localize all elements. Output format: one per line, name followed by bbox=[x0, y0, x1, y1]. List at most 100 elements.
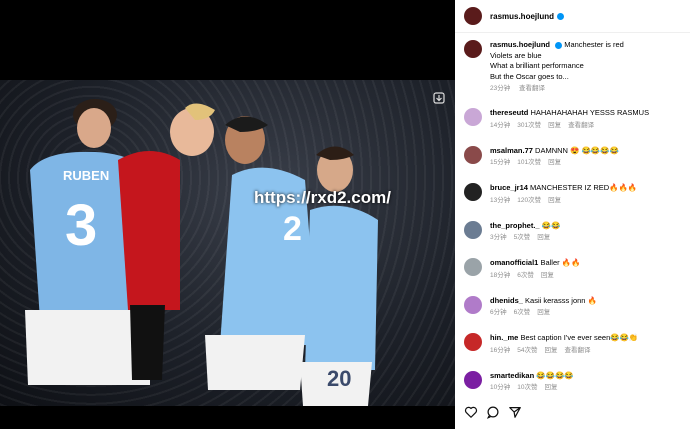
comment-time: 18分钟 bbox=[490, 271, 511, 279]
comment-icon[interactable] bbox=[486, 405, 500, 419]
avatar[interactable] bbox=[464, 220, 482, 239]
avatar[interactable] bbox=[464, 295, 482, 314]
verified-badge-icon bbox=[557, 12, 565, 20]
reply-button[interactable]: 回复 bbox=[548, 122, 561, 129]
post-header: rasmus.hoejlund bbox=[455, 0, 690, 33]
reply-button[interactable]: 回复 bbox=[537, 309, 550, 316]
avatar[interactable] bbox=[464, 370, 482, 389]
comment-username[interactable]: bruce_jr14 bbox=[490, 183, 528, 192]
avatar[interactable] bbox=[464, 258, 482, 276]
caption-line: But the Oscar goes to... bbox=[490, 71, 569, 81]
reply-button[interactable]: 回复 bbox=[541, 272, 554, 279]
caption-body: rasmus.hoejlund Manchester is red Violet… bbox=[490, 40, 624, 95]
comment-row: bruce_jr14 MANCHESTER IZ RED🔥🔥🔥 13分钟 120次赞… bbox=[464, 183, 684, 206]
avatar[interactable] bbox=[464, 7, 482, 25]
avatar[interactable] bbox=[464, 108, 482, 126]
see-translation-link[interactable]: 查看翻译 bbox=[564, 347, 590, 354]
caption-line: Manchester is red bbox=[564, 40, 624, 49]
comment-meta: 16分钟 54次赞 回复 查看翻译 bbox=[490, 346, 638, 357]
comment-meta: 18分钟 6次赞 回复 bbox=[490, 271, 580, 282]
reply-button[interactable]: 回复 bbox=[544, 384, 557, 391]
comment-time: 15分钟 bbox=[490, 159, 511, 166]
player-red-shirt bbox=[118, 103, 215, 380]
comment-time: 3分钟 bbox=[490, 234, 507, 241]
post-actions bbox=[464, 405, 522, 419]
comment-username[interactable]: dhenids_ bbox=[490, 296, 523, 305]
caption-meta: 23分钟 查看翻译 bbox=[490, 84, 624, 95]
comment-likes[interactable]: 6次赞 bbox=[517, 272, 534, 279]
comment-row: omanofficial1 Baller 🔥🔥 18分钟 6次赞 回复 bbox=[464, 258, 684, 281]
caption-line: Violets are blue bbox=[490, 50, 542, 60]
avatar[interactable] bbox=[464, 145, 482, 164]
caption-username[interactable]: rasmus.hoejlund bbox=[490, 40, 550, 49]
reply-button[interactable]: 回复 bbox=[537, 234, 550, 241]
comment-time: 6分钟 bbox=[490, 309, 507, 316]
see-translation-link[interactable]: 查看翻译 bbox=[568, 122, 594, 129]
comment-time: 13分钟 bbox=[490, 196, 511, 204]
comment-likes[interactable]: 101次赞 bbox=[517, 159, 541, 166]
see-translation-link[interactable]: 查看翻译 bbox=[519, 85, 545, 92]
comment-row: the_prophet._ 😂😂 3分钟 5次赞 回复 bbox=[464, 220, 684, 244]
comment-meta: 15分钟 101次赞 回复 bbox=[490, 158, 619, 169]
players-illustration: RUBEN 3 2 20 bbox=[25, 99, 378, 406]
comment-body: hin._me Best caption I've ever seen😂😂👏 16… bbox=[490, 333, 638, 356]
caption-row: rasmus.hoejlund Manchester is red Violet… bbox=[464, 40, 684, 95]
comment-meta: 6分钟 6次赞 回复 bbox=[490, 308, 597, 319]
post-side-panel: rasmus.hoejlund rasmus.hoejlund Manchest… bbox=[455, 0, 690, 429]
comment-likes[interactable]: 5次赞 bbox=[514, 234, 531, 241]
comment-row: smartedikan 😂😂😂😂 10分钟 10次赞 回复 bbox=[464, 370, 684, 394]
heart-icon[interactable] bbox=[464, 405, 478, 419]
player-bernardo: 20 bbox=[300, 146, 378, 406]
avatar[interactable] bbox=[464, 183, 482, 201]
media-area: RUBEN 3 2 20 https://rxd2.com/ bbox=[0, 0, 455, 429]
comment-username[interactable]: thereseutd bbox=[490, 108, 528, 117]
comment-text: Kasii kerasss jonn 🔥 bbox=[525, 295, 597, 305]
svg-text:3: 3 bbox=[65, 193, 97, 258]
comment-likes[interactable]: 120次赞 bbox=[517, 197, 541, 204]
comment-body: msalman.77 DAMNNN 😍 😂😂😂😂 15分钟 101次赞 回复 bbox=[490, 146, 619, 169]
caption-line: What a brilliant performance bbox=[490, 61, 584, 70]
post-photo[interactable]: RUBEN 3 2 20 https://rxd2.com/ bbox=[0, 80, 455, 406]
comment-text: 😂😂😂😂 bbox=[536, 370, 574, 380]
comment-time: 10分钟 bbox=[490, 384, 511, 391]
comment-text: Baller 🔥🔥 bbox=[540, 258, 581, 267]
avatar[interactable] bbox=[464, 333, 482, 351]
comment-likes[interactable]: 6次赞 bbox=[514, 309, 531, 316]
comment-likes[interactable]: 10次赞 bbox=[517, 384, 537, 391]
svg-text:RUBEN: RUBEN bbox=[63, 168, 109, 183]
comment-username[interactable]: the_prophet._ bbox=[490, 221, 540, 230]
comment-meta: 14分钟 301次赞 回复 查看翻译 bbox=[490, 121, 649, 132]
reply-button[interactable]: 回复 bbox=[548, 197, 561, 204]
comment-row: thereseutd HAHAHAHAHAH YESSS RASMUS 14分钟 3… bbox=[464, 108, 684, 131]
comment-text: HAHAHAHAHAH YESSS RASMUS bbox=[530, 108, 650, 117]
caption-time: 23分钟 bbox=[490, 85, 511, 92]
reply-button[interactable]: 回复 bbox=[544, 347, 557, 354]
reply-button[interactable]: 回复 bbox=[548, 159, 561, 166]
post-author-username[interactable]: rasmus.hoejlund bbox=[490, 12, 554, 21]
comment-text: DAMNNN 😍 😂😂😂😂 bbox=[535, 145, 619, 155]
comment-time: 14分钟 bbox=[490, 121, 511, 129]
comment-username[interactable]: omanofficial1 bbox=[490, 258, 538, 267]
comment-username[interactable]: msalman.77 bbox=[490, 146, 533, 155]
comment-likes[interactable]: 301次赞 bbox=[517, 122, 541, 129]
comment-body: the_prophet._ 😂😂 3分钟 5次赞 回复 bbox=[490, 221, 560, 244]
comment-meta: 13分钟 120次赞 回复 bbox=[490, 196, 637, 207]
comment-body: thereseutd HAHAHAHAHAH YESSS RASMUS 14分钟 3… bbox=[490, 108, 649, 131]
comment-text: Best caption I've ever seen😂😂👏 bbox=[520, 333, 639, 342]
comment-likes[interactable]: 54次赞 bbox=[517, 347, 537, 354]
share-icon[interactable] bbox=[508, 405, 522, 419]
comment-username[interactable]: smartedikan bbox=[490, 371, 534, 380]
save-icon[interactable] bbox=[431, 90, 447, 106]
comment-row: msalman.77 DAMNNN 😍 😂😂😂😂 15分钟 101次赞 回复 bbox=[464, 145, 684, 169]
comment-meta: 10分钟 10次赞 回复 bbox=[490, 383, 574, 394]
watermark-text: https://rxd2.com/ bbox=[254, 188, 391, 207]
comment-body: dhenids_ Kasii kerasss jonn 🔥 6分钟 6次赞 回复 bbox=[490, 296, 597, 319]
comment-body: omanofficial1 Baller 🔥🔥 18分钟 6次赞 回复 bbox=[490, 258, 580, 281]
svg-text:2: 2 bbox=[283, 210, 302, 248]
avatar[interactable] bbox=[464, 40, 482, 58]
comment-row: hin._me Best caption I've ever seen😂😂👏 16… bbox=[464, 333, 684, 356]
comment-username[interactable]: hin._me bbox=[490, 333, 518, 342]
comment-time: 16分钟 bbox=[490, 346, 511, 354]
comment-body: bruce_jr14 MANCHESTER IZ RED🔥🔥🔥 13分钟 120次赞… bbox=[490, 183, 637, 206]
verified-badge-icon bbox=[555, 41, 563, 49]
